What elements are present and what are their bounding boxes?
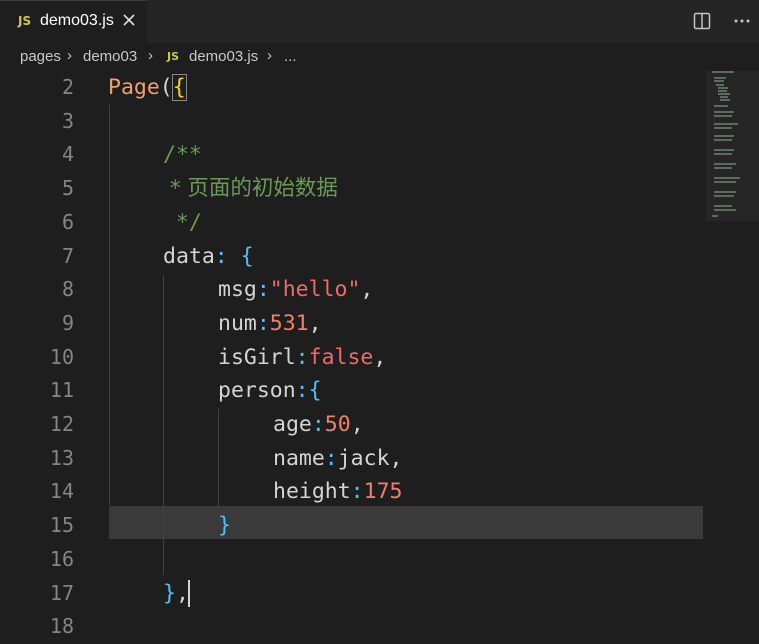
tab-bar: JS demo03.js <box>0 0 759 43</box>
code-line: height:175 <box>273 479 403 504</box>
line-number: 6 <box>61 210 74 234</box>
chevron-right-icon: › <box>148 47 153 64</box>
line-number: 18 <box>49 614 74 638</box>
line-number: 7 <box>61 244 74 268</box>
close-icon[interactable] <box>120 11 138 29</box>
code-line: Page({ <box>108 74 187 101</box>
text-cursor <box>188 580 190 607</box>
minimap-slider[interactable] <box>706 71 759 221</box>
split-editor-icon[interactable] <box>692 11 712 31</box>
line-number: 5 <box>61 176 74 200</box>
code-line: age:50, <box>273 412 364 437</box>
tab-label: demo03.js <box>40 12 114 29</box>
code-line: } <box>218 513 231 538</box>
js-file-icon: JS <box>167 50 180 63</box>
code-line: }, <box>163 581 189 606</box>
line-number: 14 <box>49 479 74 503</box>
tab-demo03-js[interactable]: JS demo03.js <box>0 0 147 43</box>
code-line: data: { <box>163 244 254 269</box>
line-number: 4 <box>61 142 74 166</box>
breadcrumb-item-demo03[interactable]: demo03 <box>83 48 137 65</box>
indent-guide <box>109 105 110 505</box>
code-line: isGirl:false, <box>218 345 387 370</box>
code-line: name:jack, <box>273 446 403 471</box>
line-number: 12 <box>49 412 74 436</box>
chevron-right-icon: › <box>67 47 72 64</box>
code-line: person:{ <box>218 378 322 403</box>
indent-guide <box>218 409 219 509</box>
line-number: 2 <box>61 75 74 99</box>
line-number: 13 <box>49 446 74 470</box>
js-file-icon: JS <box>18 14 32 28</box>
comment-line: /** <box>163 142 202 167</box>
breadcrumb-item-more[interactable]: ... <box>284 48 297 65</box>
comment-line: * 页面的初始数据 <box>163 176 338 201</box>
line-number: 9 <box>61 311 74 335</box>
line-number: 8 <box>61 277 74 301</box>
line-number: 15 <box>49 513 74 537</box>
line-number: 11 <box>49 378 74 402</box>
breadcrumb-item-file[interactable]: demo03.js <box>189 48 258 65</box>
indent-guide <box>163 275 164 575</box>
line-number: 10 <box>49 345 74 369</box>
more-actions-icon[interactable] <box>732 11 752 31</box>
code-line: msg:"hello", <box>218 277 374 302</box>
comment-line: */ <box>163 210 202 235</box>
line-number: 17 <box>49 581 74 605</box>
line-number: 3 <box>61 109 74 133</box>
code-line: num:531, <box>218 311 322 336</box>
chevron-right-icon: › <box>267 47 272 64</box>
breadcrumb: pages › demo03 › JS demo03.js › ... <box>0 43 759 71</box>
line-number: 16 <box>49 547 74 571</box>
current-line-highlight <box>109 506 703 539</box>
breadcrumb-item-pages[interactable]: pages <box>20 48 61 65</box>
